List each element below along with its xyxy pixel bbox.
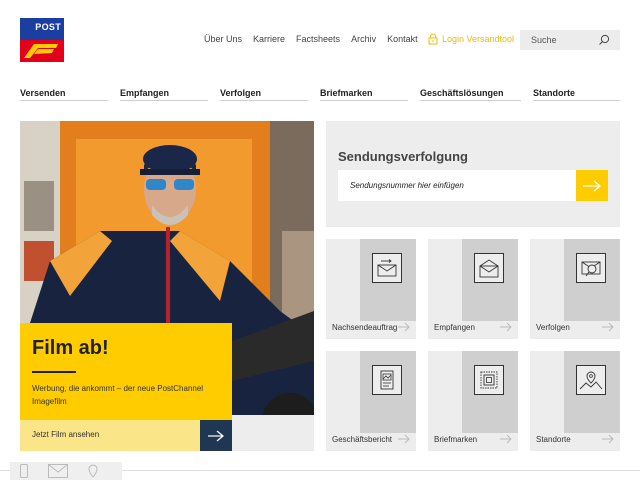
main-nav-briefmarken[interactable]: Briefmarken — [320, 88, 408, 101]
phone-icon[interactable] — [20, 464, 28, 478]
main-nav-geschaeftsloesungen[interactable]: Geschäftslösungen — [420, 88, 521, 101]
tile-label: Empfangen — [434, 323, 475, 332]
tile-nachsendeauftrag[interactable]: Nachsendeauftrag — [326, 239, 416, 339]
tile-label: Briefmarken — [434, 435, 478, 444]
tile-label: Verfolgen — [536, 323, 570, 332]
arrow-right-icon — [398, 434, 410, 444]
arrow-right-icon — [500, 322, 512, 332]
forwarding-mail-icon — [372, 253, 402, 283]
top-nav-item-archiv[interactable]: Archiv — [351, 34, 376, 44]
main-nav-verfolgen[interactable]: Verfolgen — [220, 88, 308, 101]
tile-empfangen[interactable]: Empfangen — [428, 239, 518, 339]
watch-film-button[interactable]: Jetzt Film ansehen — [20, 420, 232, 451]
arrow-right-icon — [583, 180, 601, 191]
map-pin-icon — [576, 365, 606, 395]
arrow-right-icon — [602, 434, 614, 444]
login-versandtool-link[interactable]: Login Versandtool — [428, 33, 514, 45]
arrow-right-icon[interactable] — [200, 420, 232, 451]
tracking-panel: Sendungsverfolgung — [326, 121, 620, 227]
main-nav: Versenden Empfangen Verfolgen Briefmarke… — [20, 88, 620, 102]
hero-teaser-box: Film ab! Werbung, die ankommt – der neue… — [20, 323, 232, 420]
top-nav-item-kontakt[interactable]: Kontakt — [387, 34, 418, 44]
search-box — [520, 30, 620, 50]
tile-standorte[interactable]: Standorte — [530, 351, 620, 451]
tile-label: Nachsendeauftrag — [332, 323, 398, 332]
search-input[interactable] — [520, 35, 596, 45]
contact-dock — [10, 462, 122, 480]
main-nav-versenden[interactable]: Versenden — [20, 88, 108, 101]
hero-title: Film ab! — [32, 337, 109, 359]
report-document-icon — [372, 365, 402, 395]
tile-geschaeftsbericht[interactable]: Geschäftsbericht — [326, 351, 416, 451]
logo-text: POST — [35, 22, 61, 32]
top-nav-item-ueber-uns[interactable]: Über Uns — [204, 34, 242, 44]
hero-description: Werbung, die ankommt – der neue PostChan… — [32, 384, 204, 406]
open-envelope-icon — [474, 253, 504, 283]
top-nav-item-factsheets[interactable]: Factsheets — [296, 34, 340, 44]
stamp-icon — [474, 365, 504, 395]
tracking-title: Sendungsverfolgung — [338, 149, 468, 164]
main-nav-standorte[interactable]: Standorte — [533, 88, 620, 101]
location-pin-icon[interactable] — [88, 464, 98, 478]
top-nav: Über Uns Karriere Factsheets Archiv Kont… — [204, 34, 418, 44]
tile-label: Geschäftsbericht — [332, 435, 393, 444]
tile-verfolgen[interactable]: Verfolgen — [530, 239, 620, 339]
login-label: Login Versandtool — [442, 34, 515, 44]
arrow-right-icon — [602, 322, 614, 332]
top-nav-item-karriere[interactable]: Karriere — [253, 34, 285, 44]
watch-film-label: Jetzt Film ansehen — [32, 430, 100, 439]
hero-gray-fill — [232, 415, 314, 451]
arrow-right-icon — [500, 434, 512, 444]
search-icon[interactable] — [598, 34, 610, 46]
tracking-number-input[interactable] — [338, 170, 576, 201]
tracking-submit-button[interactable] — [576, 170, 608, 201]
post-logo[interactable]: POST — [20, 18, 64, 62]
mail-icon[interactable] — [48, 464, 68, 478]
track-search-icon — [576, 253, 606, 283]
main-nav-empfangen[interactable]: Empfangen — [120, 88, 208, 101]
hero-divider — [32, 371, 76, 373]
hero-film-teaser: Film ab! Werbung, die ankommt – der neue… — [20, 121, 314, 451]
tile-label: Standorte — [536, 435, 571, 444]
arrow-right-icon — [398, 322, 410, 332]
tile-briefmarken[interactable]: Briefmarken — [428, 351, 518, 451]
lock-icon — [428, 33, 438, 45]
